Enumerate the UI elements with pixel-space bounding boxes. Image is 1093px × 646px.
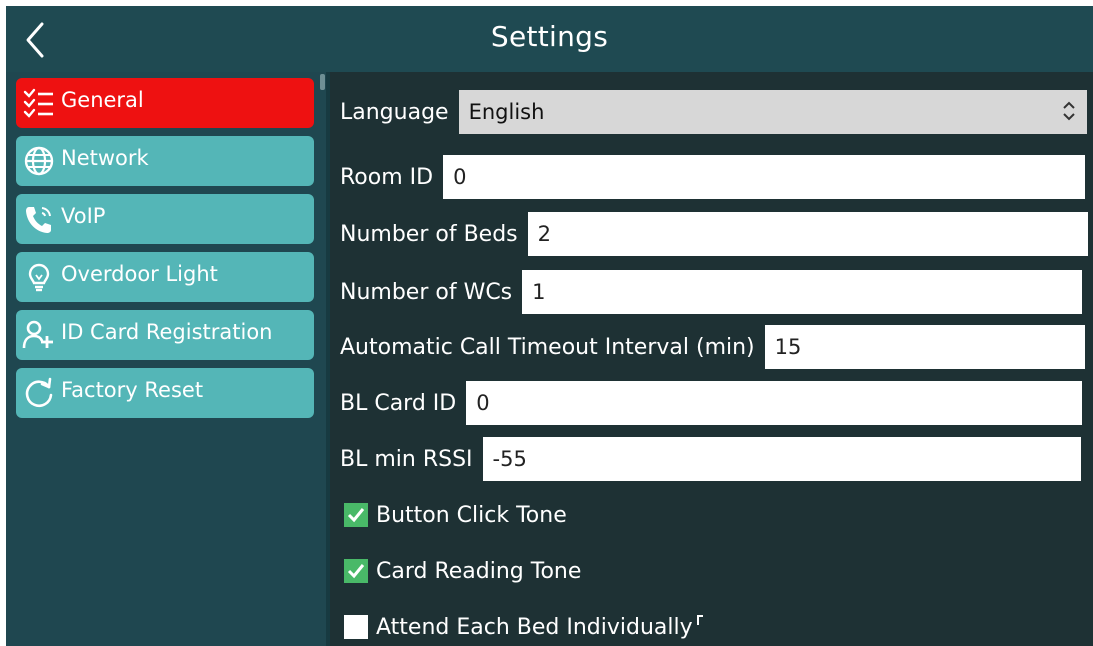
chevron-up-down-icon xyxy=(1061,98,1077,129)
scroll-indicator[interactable] xyxy=(320,74,325,90)
sidebar-item-general[interactable]: General xyxy=(16,78,314,128)
sidebar-item-label: Overdoor Light xyxy=(61,262,218,286)
bl-rssi-row: BL min RSSI -55 xyxy=(340,437,1081,481)
sidebar-item-voip[interactable]: VoIP xyxy=(16,194,314,244)
card-reading-tone-checkbox[interactable]: Card Reading Tone xyxy=(344,553,581,589)
page-title: Settings xyxy=(490,20,609,53)
beds-row: Number of Beds 2 xyxy=(340,212,1088,256)
sidebar-item-factory-reset[interactable]: Factory Reset xyxy=(16,368,314,418)
timeout-label: Automatic Call Timeout Interval (min) xyxy=(340,334,755,360)
lightbulb-icon xyxy=(19,257,59,297)
sidebar-item-network[interactable]: Network xyxy=(16,136,314,186)
room-id-label: Room ID xyxy=(340,164,434,190)
sidebar-item-label: Network xyxy=(61,146,149,170)
add-user-icon xyxy=(19,315,59,355)
beds-input[interactable]: 2 xyxy=(527,212,1088,256)
text-cursor-icon xyxy=(696,615,703,625)
settings-screen: Settings General Network VoIP Overdoor L… xyxy=(6,6,1093,646)
sidebar-item-label: VoIP xyxy=(61,204,106,228)
room-id-row: Room ID 0 xyxy=(340,155,1086,199)
checklist-icon xyxy=(19,83,59,123)
bl-card-id-row: BL Card ID 0 xyxy=(340,381,1083,425)
sidebar-item-id-card-registration[interactable]: ID Card Registration xyxy=(16,310,314,360)
attend-each-bed-checkbox[interactable]: Attend Each Bed Individually xyxy=(344,609,703,645)
bl-rssi-label: BL min RSSI xyxy=(340,446,473,472)
reset-icon xyxy=(19,373,59,413)
button-click-tone-checkbox[interactable]: Button Click Tone xyxy=(344,497,567,533)
timeout-row: Automatic Call Timeout Interval (min) 15 xyxy=(340,325,1085,369)
beds-label: Number of Beds xyxy=(340,221,518,247)
top-bar: Settings xyxy=(6,6,1093,72)
timeout-input[interactable]: 15 xyxy=(764,325,1085,369)
globe-icon xyxy=(19,141,59,181)
sidebar-item-label: Factory Reset xyxy=(61,378,204,402)
bl-card-id-input[interactable]: 0 xyxy=(466,381,1083,425)
phone-call-icon xyxy=(19,199,59,239)
bl-rssi-input[interactable]: -55 xyxy=(482,437,1081,481)
wcs-row: Number of WCs 1 xyxy=(340,270,1083,314)
sidebar-item-label: ID Card Registration xyxy=(61,320,273,344)
checkmark-icon xyxy=(344,503,368,527)
sidebar: General Network VoIP Overdoor Light ID C… xyxy=(6,72,326,646)
checkbox-label: Card Reading Tone xyxy=(376,558,582,584)
sidebar-item-overdoor-light[interactable]: Overdoor Light xyxy=(16,252,314,302)
language-label: Language xyxy=(340,99,449,125)
checkbox-label: Button Click Tone xyxy=(376,502,567,528)
checkmark-icon xyxy=(344,559,368,583)
language-select[interactable]: English xyxy=(458,90,1087,134)
language-row: Language English xyxy=(340,90,1087,134)
bl-card-id-label: BL Card ID xyxy=(340,390,457,416)
checkbox-label: Attend Each Bed Individually xyxy=(376,614,693,640)
room-id-input[interactable]: 0 xyxy=(443,155,1086,199)
settings-form: Language English Room ID 0 Number of Bed… xyxy=(330,72,1093,646)
wcs-label: Number of WCs xyxy=(340,279,513,305)
checkbox-empty xyxy=(344,615,368,639)
sidebar-item-label: General xyxy=(61,88,144,112)
wcs-input[interactable]: 1 xyxy=(522,270,1083,314)
language-value: English xyxy=(468,100,545,124)
